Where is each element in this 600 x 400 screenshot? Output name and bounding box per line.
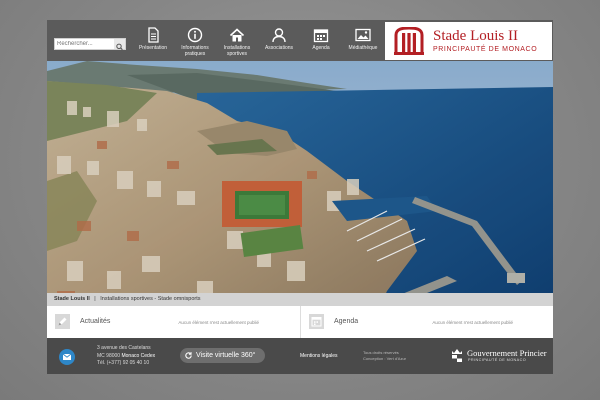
brand-subtitle: PRINCIPAUTÉ DE MONACO <box>433 46 538 53</box>
search-icon <box>116 43 123 51</box>
government-title: Gouvernement Princier <box>467 348 547 358</box>
breadcrumb-current: Installations sportives - Stade omnispor… <box>100 296 201 302</box>
info-icon <box>187 27 203 43</box>
people-icon <box>272 28 286 43</box>
refresh-icon <box>185 352 192 359</box>
hero-aerial-photo <box>47 61 553 313</box>
nav-label: Informations pratiques <box>181 45 209 57</box>
address-street: 3 avenue des Castelans <box>97 345 151 351</box>
widget-agenda[interactable]: Agenda Aucun élément n'est actuellement … <box>301 306 553 338</box>
brand-logo-block[interactable]: Stade Louis II PRINCIPAUTÉ DE MONACO <box>385 22 552 60</box>
crown-crest-icon <box>452 349 462 362</box>
breadcrumb-home-link[interactable]: Stade Louis II <box>54 296 90 302</box>
website-frame: Présentation Informations pratiques Inst… <box>47 20 553 374</box>
nav-label: Médiathèque <box>348 45 378 51</box>
widget-empty-text: Aucun élément n'est actuellement publié <box>178 320 259 325</box>
design-credit[interactable]: Conception : Vert d'Azur <box>363 356 406 362</box>
pencil-icon <box>55 314 70 329</box>
widget-actualites[interactable]: Actualités Aucun élément n'est actuellem… <box>47 306 299 338</box>
nav-label: Associations <box>264 45 294 51</box>
nav-label: Agenda <box>312 45 330 51</box>
rights-block: Tous droits réservés Conception : Vert d… <box>363 350 406 362</box>
virtual-tour-label: Visite virtuelle 360° <box>196 352 256 359</box>
image-icon <box>355 28 371 42</box>
search-input[interactable] <box>55 39 115 49</box>
legal-notice-link[interactable]: Mentions légales <box>300 353 338 359</box>
mail-icon[interactable] <box>59 349 75 365</box>
virtual-tour-button[interactable]: Visite virtuelle 360° <box>180 348 265 363</box>
calendar-icon <box>309 314 324 329</box>
nav-label: Présentation <box>138 45 168 51</box>
nav-mediatheque[interactable]: Médiathèque <box>341 24 385 60</box>
breadcrumb: Stade Louis II | Installations sportives… <box>47 293 553 306</box>
footer: 3 avenue des Castelans MC 98000 Monaco C… <box>47 338 553 374</box>
home-icon <box>229 28 245 42</box>
nav-installations-sportives[interactable]: Installations sportives <box>215 24 259 60</box>
address-postcode: MC 98000 <box>97 352 121 359</box>
document-icon <box>148 27 159 43</box>
government-logo[interactable]: Gouvernement Princier PRINCIPAUTÉ DE MON… <box>451 347 549 367</box>
nav-agenda[interactable]: Agenda <box>299 24 343 60</box>
nav-informations-pratiques[interactable]: Informations pratiques <box>173 24 217 60</box>
address-city-line: MC 98000 Monaco Cedex <box>97 353 155 361</box>
header: Présentation Informations pratiques Inst… <box>47 20 553 61</box>
widget-empty-text: Aucun élément n'est actuellement publié <box>432 320 513 325</box>
search-button[interactable] <box>114 39 125 51</box>
nav-associations[interactable]: Associations <box>257 24 301 60</box>
contact-address: 3 avenue des Castelans MC 98000 Monaco C… <box>97 345 155 368</box>
address-phone: Tél. (+377) 92 05 40 10 <box>97 360 150 366</box>
brand-title: Stade Louis II <box>433 28 518 44</box>
stade-logo-icon <box>394 27 424 55</box>
calendar-icon <box>313 29 329 43</box>
address-city: Monaco Cedex <box>121 352 156 359</box>
info-widgets: Actualités Aucun élément n'est actuellem… <box>47 306 553 338</box>
nav-presentation[interactable]: Présentation <box>131 24 175 60</box>
breadcrumb-separator: | <box>94 296 96 302</box>
nav-label: Installations sportives <box>223 45 251 57</box>
widget-title: Agenda <box>334 318 359 325</box>
widget-title: Actualités <box>80 318 111 325</box>
search-box <box>54 38 126 51</box>
government-subtitle: PRINCIPAUTÉ DE MONACO <box>468 358 527 362</box>
